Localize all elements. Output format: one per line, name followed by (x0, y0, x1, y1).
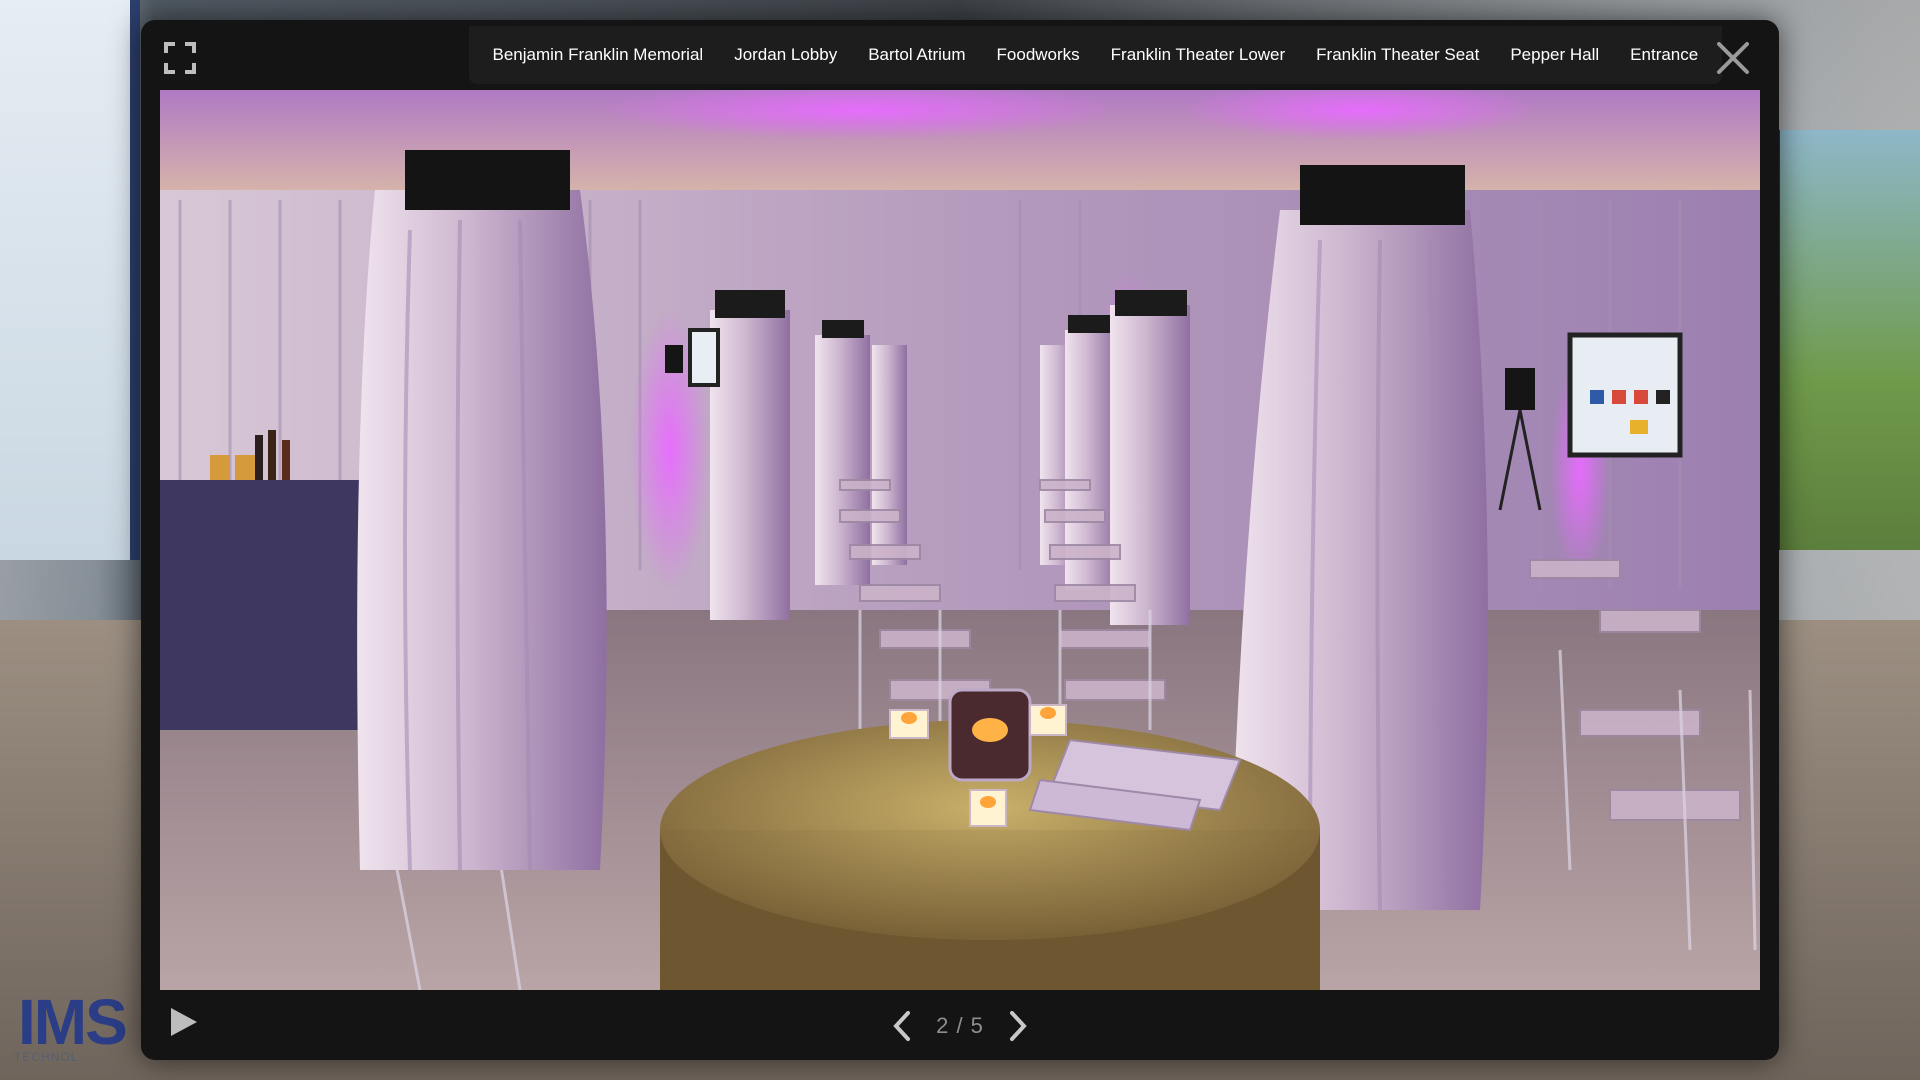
tab-franklin-theater-lower[interactable]: Franklin Theater Lower (1095, 45, 1301, 65)
background-mural (1770, 130, 1920, 550)
photo-lightbox: Benjamin Franklin Memorial Jordan Lobby … (141, 20, 1779, 1060)
tab-pepper-hall[interactable]: Pepper Hall (1495, 45, 1615, 65)
tab-franklin-theater-seat[interactable]: Franklin Theater Seat (1301, 45, 1495, 65)
background-window (0, 0, 140, 560)
tab-foodworks[interactable]: Foodworks (981, 45, 1095, 65)
tab-benjamin-franklin-memorial[interactable]: Benjamin Franklin Memorial (477, 45, 719, 65)
event-photo (160, 90, 1760, 990)
tab-entrance[interactable]: Entrance (1615, 45, 1714, 65)
close-icon[interactable] (1715, 40, 1751, 76)
location-nav-bar: Benjamin Franklin Memorial Jordan Lobby … (469, 26, 1722, 84)
slide-pager: 2 / 5 (141, 1010, 1779, 1042)
brand-logo-subtext: TECHNOL (14, 1050, 79, 1064)
slide-counter: 2 / 5 (936, 1013, 984, 1038)
tab-bartol-atrium[interactable]: Bartol Atrium (853, 45, 981, 65)
fullscreen-icon[interactable] (164, 42, 196, 74)
brand-logo: IMS (18, 986, 128, 1058)
chevron-right-icon[interactable] (1006, 1010, 1030, 1042)
tab-jordan-lobby[interactable]: Jordan Lobby (719, 45, 853, 65)
chevron-left-icon[interactable] (890, 1010, 914, 1042)
